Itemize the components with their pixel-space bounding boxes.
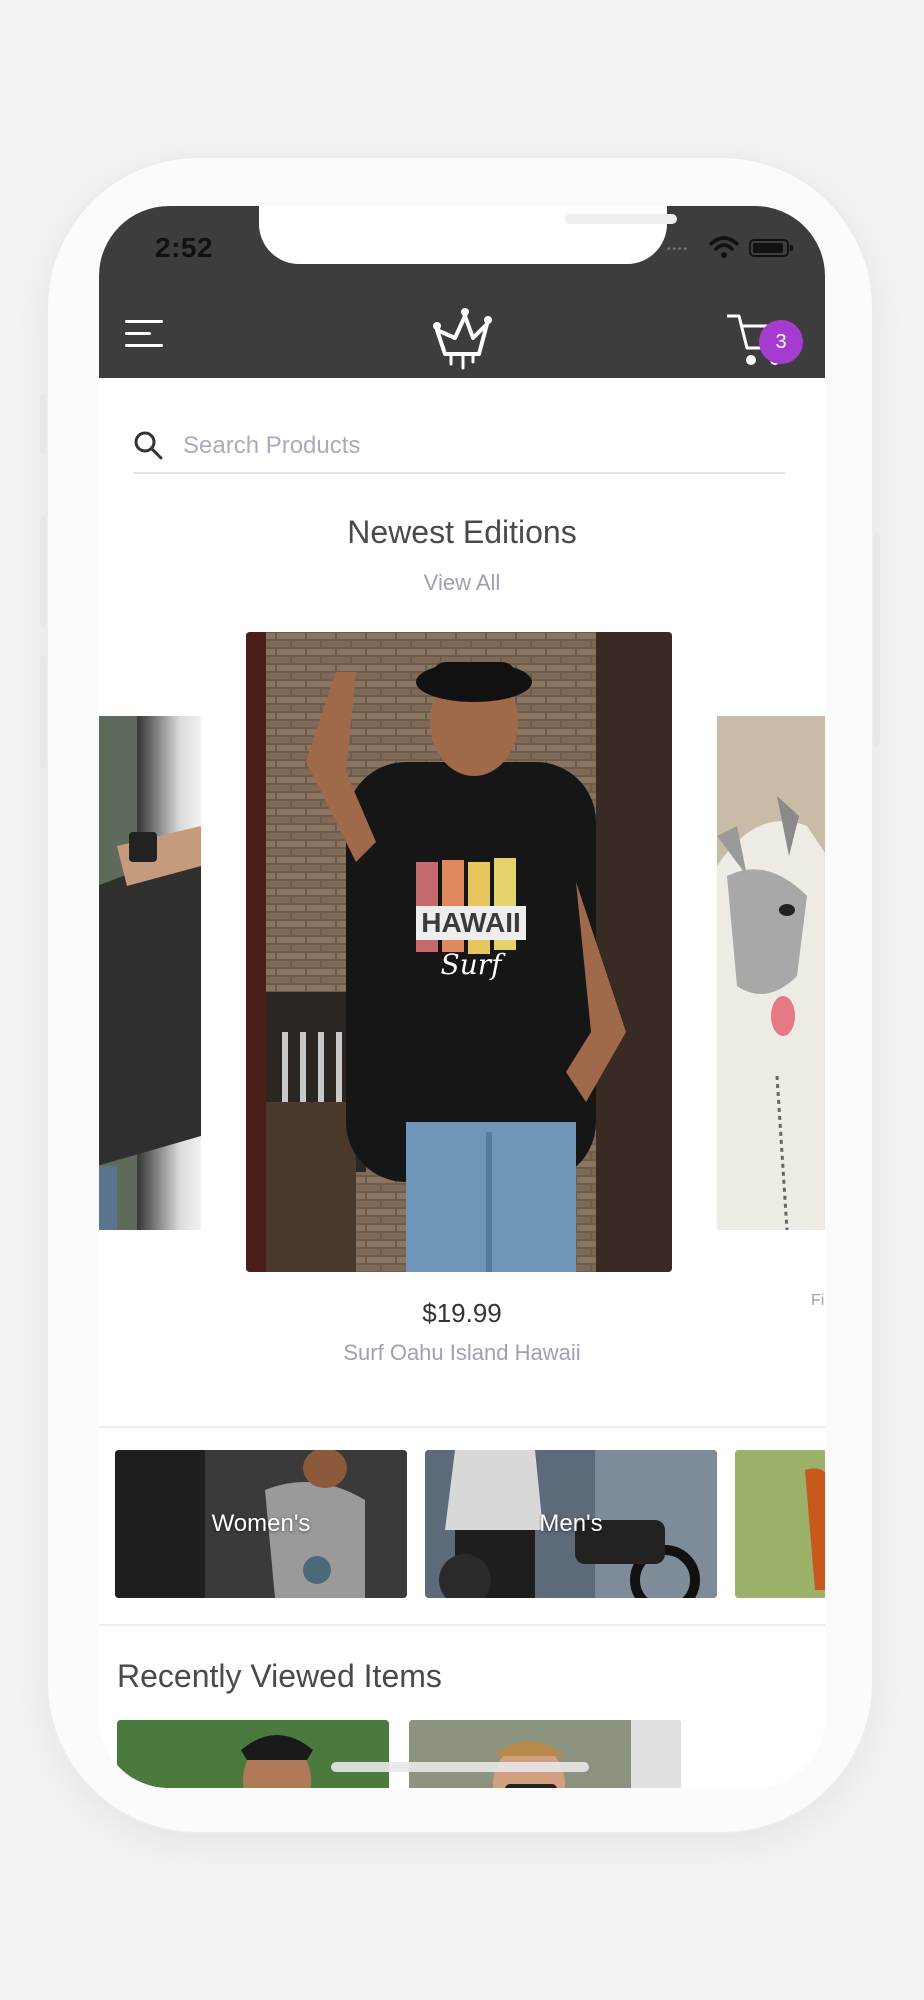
category-womens[interactable]: Women's [115, 1450, 407, 1598]
speaker-grille [565, 214, 677, 224]
crown-logo-icon[interactable] [427, 302, 497, 372]
app-screen: 2:52 •••• 3 Search Products Newest Editi… [99, 206, 825, 1788]
featured-product-name[interactable]: Surf Oahu Island Hawaii [99, 1340, 825, 1366]
product-card-next[interactable] [717, 716, 825, 1230]
product-card-previous[interactable] [99, 716, 201, 1230]
section-divider [99, 1624, 825, 1626]
shirt-print-text: HAWAII [421, 907, 521, 938]
next-product-name-peek: Fi [811, 1292, 825, 1309]
cart-count-badge[interactable]: 3 [759, 320, 803, 364]
view-all-link[interactable]: View All [99, 570, 825, 596]
search-icon [134, 431, 163, 460]
recent-item-card[interactable] [409, 1720, 681, 1788]
signal-icon: •••• [667, 244, 690, 255]
wifi-icon [709, 236, 739, 258]
featured-product-price: $19.99 [422, 1298, 502, 1328]
header-bar: 2:52 •••• [99, 206, 825, 378]
phone-notch [259, 206, 677, 264]
phone-side-button-volume-up [40, 516, 48, 628]
search-input[interactable] [181, 428, 765, 464]
recent-item-card[interactable] [117, 1720, 389, 1788]
home-indicator[interactable] [331, 1762, 589, 1772]
phone-side-button-volume-down [40, 656, 48, 768]
newest-editions-title: Newest Editions [347, 514, 577, 550]
phone-side-button-mute [40, 394, 48, 454]
product-card-featured[interactable]: HAWAII Surf [246, 632, 672, 1272]
category-mens-label: Men's [539, 1510, 603, 1537]
category-mens[interactable]: Men's [425, 1450, 717, 1598]
category-third[interactable] [735, 1450, 825, 1598]
battery-icon [749, 239, 793, 257]
status-time: 2:52 [155, 232, 214, 263]
recently-viewed-title: Recently Viewed Items [117, 1658, 442, 1694]
phone-side-button-power [872, 532, 880, 746]
section-divider [99, 1426, 825, 1428]
search-bar [133, 420, 785, 474]
shirt-script-text: Surf [441, 948, 507, 981]
hamburger-menu-icon[interactable] [125, 316, 165, 352]
category-womens-label: Women's [211, 1510, 311, 1537]
